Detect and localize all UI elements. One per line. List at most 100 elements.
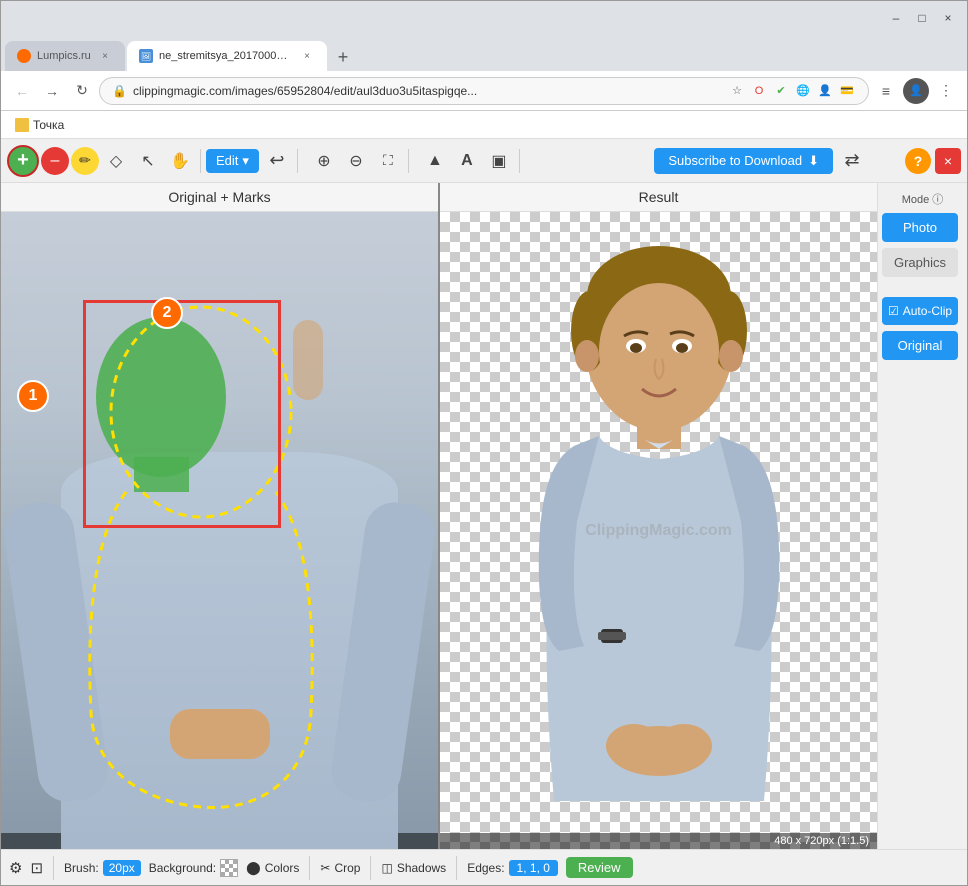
background-item: Background: — [149, 859, 238, 877]
left-panel: Original + Marks — [1, 183, 440, 849]
edges-value[interactable]: 1, 1, 0 — [509, 860, 558, 876]
result-person-container — [440, 212, 877, 849]
crop-icon: ✂ — [320, 861, 330, 875]
title-bar: – □ × — [1, 1, 967, 35]
star-icon[interactable]: ☆ — [728, 82, 746, 100]
resize-icon[interactable]: ⊡ — [30, 859, 43, 877]
app-area: + – ✏ ◇ ↖ ✋ Edit ▾ ↩ ⊕ ⊖ ⛶ ▲ A — [1, 139, 967, 885]
right-panel-title: Result — [440, 183, 877, 212]
tab-favicon-lumpics — [17, 49, 31, 63]
settings-item: ⚙ — [9, 859, 22, 877]
crop-item[interactable]: ✂ Crop — [320, 861, 360, 875]
brush-label: Brush: — [64, 861, 99, 875]
result-person-svg — [529, 241, 789, 821]
check-icon: ✔ — [772, 82, 790, 100]
menu-button[interactable]: ⋮ — [933, 78, 959, 104]
edit-button[interactable]: Edit ▾ — [206, 149, 259, 173]
shadows-label: Shadows — [397, 861, 446, 875]
autoclip-button[interactable]: ☑ Auto-Clip — [882, 297, 958, 325]
color-circle-icon: ⬤ — [246, 860, 261, 876]
colors-item[interactable]: ⬤ Colors — [246, 860, 299, 876]
zoom-controls: ⊕ ⊖ ⛶ — [309, 146, 403, 176]
settings-icon[interactable]: ⚙ — [9, 859, 22, 877]
address-bar: ← → ↻ 🔒 clippingmagic.com/images/6595280… — [1, 71, 967, 111]
sync-icon: 👤 — [816, 82, 834, 100]
autoclip-label: Auto-Clip — [903, 304, 952, 318]
wallet-icon: 💳 — [838, 82, 856, 100]
tab-label-editor: ne_stremitsya_20170002.jpg - Cli… — [159, 50, 293, 62]
left-panel-title: Original + Marks — [1, 183, 438, 212]
photo-mode-button[interactable]: Photo — [882, 213, 958, 242]
close-button[interactable]: × — [937, 7, 959, 29]
tab-close-editor[interactable]: × — [299, 48, 315, 64]
globe-icon: 🌐 — [794, 82, 812, 100]
colors-label: Colors — [265, 861, 300, 875]
subscribe-label: Subscribe to Download — [668, 153, 802, 168]
opera-icon: O — [750, 82, 768, 100]
left-image-area[interactable]: 1 2 — [1, 212, 438, 849]
shadows-item[interactable]: ◫ Shadows — [381, 861, 446, 875]
view-tab-1[interactable]: ▲ — [420, 146, 450, 176]
zoom-in-button[interactable]: ⊕ — [309, 146, 339, 176]
tab-search-button[interactable]: ≡ — [873, 78, 899, 104]
minimize-button[interactable]: – — [885, 7, 907, 29]
step-2-badge: 2 — [151, 297, 183, 329]
subscribe-download-icon: ⬇ — [808, 153, 819, 169]
tab-editor[interactable]: 🖼 ne_stremitsya_20170002.jpg - Cli… × — [127, 41, 327, 71]
address-text: clippingmagic.com/images/65952804/edit/a… — [133, 84, 722, 98]
review-button[interactable]: Review — [566, 857, 633, 878]
resize-item: ⊡ — [30, 859, 43, 877]
status-divider-4 — [456, 856, 457, 880]
status-divider-1 — [53, 856, 54, 880]
tab-favicon-editor: 🖼 — [139, 49, 153, 63]
original-button[interactable]: Original — [882, 331, 958, 360]
add-tool-button[interactable]: + — [7, 145, 39, 177]
toolbar: + – ✏ ◇ ↖ ✋ Edit ▾ ↩ ⊕ ⊖ ⛶ ▲ A — [1, 139, 967, 183]
edit-label: Edit — [216, 153, 238, 168]
undo-button[interactable]: ↩ — [262, 146, 292, 176]
crop-label: Crop — [334, 861, 360, 875]
shadows-icon: ◫ — [381, 861, 392, 875]
fit-button[interactable]: ⛶ — [373, 146, 403, 176]
forward-button[interactable]: → — [39, 78, 65, 104]
right-panel: Result — [440, 183, 877, 849]
mode-label: Mode ⓘ — [882, 191, 963, 207]
browser-window: – □ × Lumpics.ru × 🖼 ne_stremitsya_20170… — [0, 0, 968, 886]
lock-icon: 🔒 — [112, 84, 127, 98]
selection-rectangle — [83, 300, 281, 528]
bookmark-tochka[interactable]: Точка — [9, 116, 70, 134]
back-button[interactable]: ← — [9, 78, 35, 104]
eraser-tool-button[interactable]: ◇ — [101, 146, 131, 176]
view-tab-3[interactable]: ▣ — [484, 146, 514, 176]
subscribe-button[interactable]: Subscribe to Download ⬇ — [654, 148, 833, 174]
transfer-button[interactable]: ⇄ — [837, 146, 867, 176]
background-swatch[interactable] — [220, 859, 238, 877]
marker-tool-button[interactable]: ✏ — [71, 147, 99, 175]
avatar-button[interactable]: 👤 — [903, 78, 929, 104]
new-tab-button[interactable]: + — [329, 43, 357, 71]
side-spacer — [882, 283, 963, 291]
pan-tool-button[interactable]: ✋ — [165, 146, 195, 176]
address-input[interactable]: 🔒 clippingmagic.com/images/65952804/edit… — [99, 77, 869, 105]
tab-bar: Lumpics.ru × 🖼 ne_stremitsya_20170002.jp… — [1, 35, 967, 71]
select-tool-button[interactable]: ↖ — [133, 146, 163, 176]
tab-lumpics[interactable]: Lumpics.ru × — [5, 41, 125, 71]
toolbar-right: Subscribe to Download ⬇ ⇄ ? × — [654, 146, 961, 176]
bookmarks-bar: Точка — [1, 111, 967, 139]
main-content: Original + Marks — [1, 183, 967, 849]
help-button[interactable]: ? — [905, 148, 931, 174]
divider-4 — [519, 149, 520, 173]
maximize-button[interactable]: □ — [911, 7, 933, 29]
tab-close-lumpics[interactable]: × — [97, 48, 113, 64]
step-1-badge: 1 — [17, 380, 49, 412]
remove-tool-button[interactable]: – — [41, 147, 69, 175]
brush-value[interactable]: 20px — [103, 860, 141, 876]
edges-item: Edges: 1, 1, 0 — [467, 860, 558, 876]
right-image-area[interactable]: ClippingMagic.com 480 x 720px (1:1.5) — [440, 212, 877, 849]
close-editor-button[interactable]: × — [935, 148, 961, 174]
graphics-mode-button[interactable]: Graphics — [882, 248, 958, 277]
reload-button[interactable]: ↻ — [69, 78, 95, 104]
zoom-out-button[interactable]: ⊖ — [341, 146, 371, 176]
edges-label: Edges: — [467, 861, 504, 875]
view-tab-2[interactable]: A — [452, 146, 482, 176]
